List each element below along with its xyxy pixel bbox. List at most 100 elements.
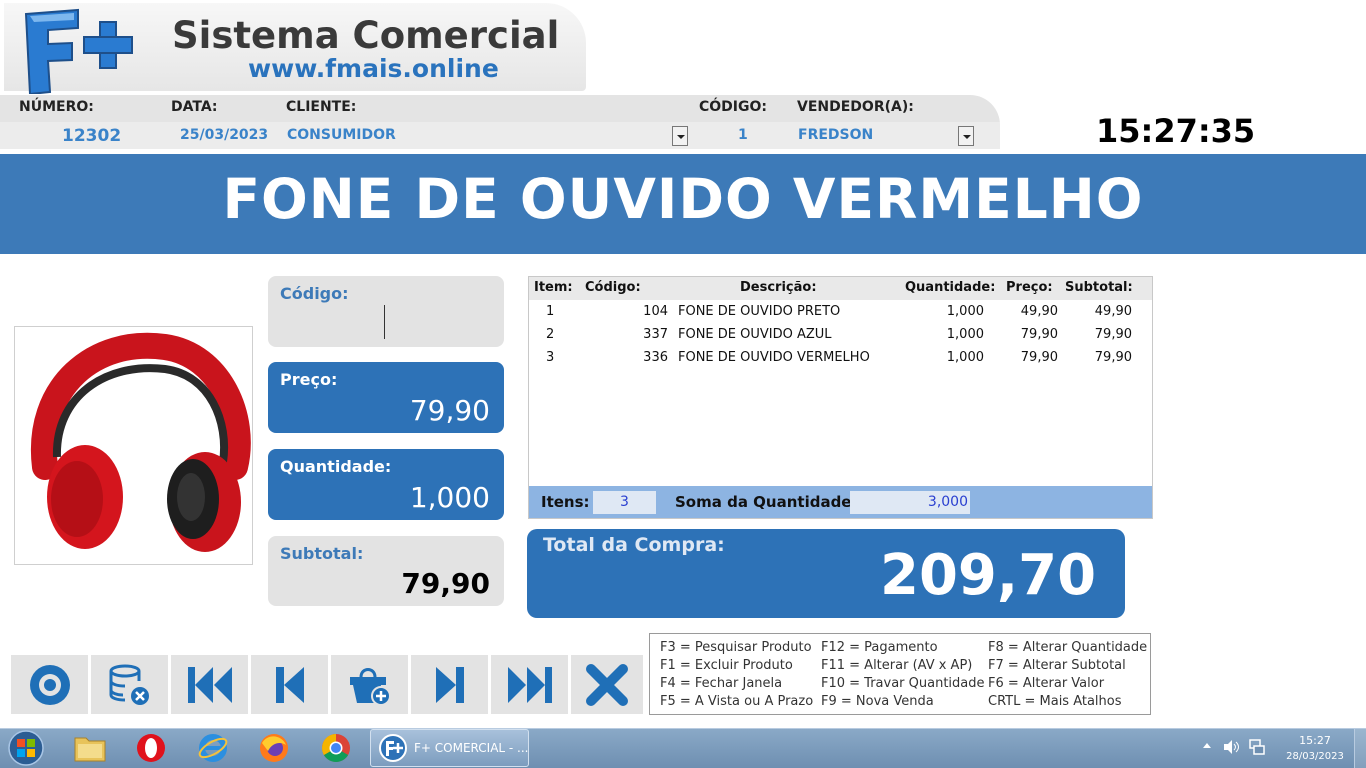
codigo-field-label: Código:: [280, 284, 349, 303]
database-delete-icon: [109, 664, 149, 705]
show-desktop-button[interactable]: [1354, 729, 1366, 768]
taskbar-explorer[interactable]: [70, 731, 110, 765]
tray-time[interactable]: 15:27: [1290, 734, 1340, 747]
col-codigo[interactable]: Código:: [585, 280, 641, 295]
shortcut-text: F7 = Alterar Subtotal: [988, 658, 1126, 673]
data-label: DATA:: [171, 99, 218, 115]
shortcut-text: F9 = Nova Venda: [821, 694, 934, 709]
row-codigo: 104: [643, 304, 668, 319]
taskbar-ie[interactable]: [193, 731, 233, 765]
last-record-icon: [507, 666, 552, 703]
row-descricao: FONE DE OUVIDO PRETO: [678, 304, 841, 319]
row-codigo: 336: [643, 350, 668, 365]
col-item[interactable]: Item:: [534, 280, 573, 295]
volume-icon[interactable]: [1222, 738, 1240, 756]
previous-record-icon: [275, 666, 304, 703]
previous-record-button[interactable]: [251, 655, 328, 714]
first-record-icon: [187, 666, 232, 703]
row-codigo: 337: [643, 327, 668, 342]
row-subtotal: 79,90: [1094, 350, 1132, 365]
f-plus-logo-icon: [24, 8, 133, 94]
total-label: Total da Compra:: [543, 534, 725, 556]
windows-start-icon: [8, 730, 44, 766]
vendedor-dropdown-icon[interactable]: [958, 126, 974, 146]
folder-icon: [74, 737, 106, 762]
shortcut-text: F8 = Alterar Quantidade: [988, 640, 1148, 655]
add-to-cart-button[interactable]: [331, 655, 408, 714]
current-product-name: FONE DE OUVIDO VERMELHO: [222, 167, 1144, 231]
taskbar-app-label: F+ COMERCIAL - ...: [414, 741, 529, 755]
codigo-input[interactable]: Código:: [268, 276, 504, 347]
tray-date[interactable]: 28/03/2023: [1280, 751, 1350, 762]
product-image: [14, 326, 253, 565]
shortcut-text: F12 = Pagamento: [821, 640, 938, 655]
row-quantidade: 1,000: [946, 304, 984, 319]
close-button[interactable]: [571, 655, 643, 714]
vendedor-select[interactable]: FREDSON: [798, 127, 873, 143]
col-preco[interactable]: Preço:: [1006, 280, 1053, 295]
cliente-dropdown-icon[interactable]: [672, 126, 688, 146]
shortcut-text: F4 = Fechar Janela: [660, 676, 783, 691]
col-subtotal[interactable]: Subtotal:: [1065, 280, 1133, 295]
shortcut-text: F3 = Pesquisar Produto: [660, 640, 812, 655]
soma-label: Soma da Quantidade:: [675, 493, 858, 511]
row-subtotal: 49,90: [1094, 304, 1132, 319]
table-row[interactable]: 1: [546, 304, 554, 319]
numero-label: NÚMERO:: [19, 99, 94, 115]
text-cursor: [384, 305, 385, 339]
col-quantidade[interactable]: Quantidade:: [905, 280, 995, 295]
total-value: 209,70: [880, 543, 1097, 608]
finalize-button[interactable]: [11, 655, 88, 714]
data-value[interactable]: 25/03/2023: [180, 127, 268, 143]
app-url: www.fmais.online: [248, 54, 499, 83]
shortcut-text: F6 = Alterar Valor: [988, 676, 1105, 691]
app-title: Sistema Comercial: [172, 14, 560, 57]
network-icon[interactable]: [1248, 738, 1266, 756]
table-row[interactable]: 2: [546, 327, 554, 342]
tray-expand-icon[interactable]: [1203, 743, 1211, 748]
preco-field[interactable]: Preço: 79,90: [268, 362, 504, 433]
chrome-icon: [322, 734, 350, 762]
preco-label: Preço:: [280, 370, 338, 389]
first-record-button[interactable]: [171, 655, 248, 714]
disc-icon: [29, 664, 70, 705]
row-preco: 79,90: [1020, 350, 1058, 365]
codigo-label: CÓDIGO:: [699, 99, 767, 115]
next-record-button[interactable]: [411, 655, 488, 714]
table-row[interactable]: 3: [546, 350, 554, 365]
taskbar-chrome[interactable]: [316, 731, 356, 765]
row-descricao: FONE DE OUVIDO VERMELHO: [678, 350, 870, 365]
delete-record-button[interactable]: [91, 655, 168, 714]
soma-quantidade: 3,000: [850, 491, 970, 514]
firefox-icon: [260, 734, 288, 762]
taskbar-firefox[interactable]: [254, 731, 294, 765]
row-subtotal: 79,90: [1094, 327, 1132, 342]
f-plus-app-icon: [379, 734, 407, 762]
vendedor-label: VENDEDOR(A):: [797, 99, 914, 115]
itens-label: Itens:: [541, 493, 590, 511]
clock: 15:27:35: [1096, 112, 1256, 150]
quantidade-field[interactable]: Quantidade: 1,000: [268, 449, 504, 520]
shortcut-text: CRTL = Mais Atalhos: [988, 694, 1122, 709]
start-button[interactable]: [4, 729, 48, 767]
row-preco: 49,90: [1020, 304, 1058, 319]
last-record-button[interactable]: [491, 655, 568, 714]
opera-icon: [137, 734, 165, 762]
row-quantidade: 1,000: [946, 327, 984, 342]
cliente-select[interactable]: CONSUMIDOR: [287, 127, 396, 143]
itens-count: 3: [593, 491, 656, 514]
taskbar-opera[interactable]: [131, 731, 171, 765]
quantidade-value: 1,000: [409, 481, 490, 514]
subtotal-field[interactable]: Subtotal: 79,90: [268, 536, 504, 606]
preco-value: 79,90: [409, 394, 490, 427]
headphone-icon: [30, 332, 251, 552]
numero-value: 12302: [62, 126, 122, 146]
shortcut-text: F11 = Alterar (AV x AP): [821, 658, 973, 673]
next-record-icon: [435, 666, 464, 703]
codigo-value: 1: [738, 127, 748, 143]
shortcut-text: F10 = Travar Quantidade: [821, 676, 985, 691]
row-quantidade: 1,000: [946, 350, 984, 365]
internet-explorer-icon: [198, 734, 228, 762]
subtotal-value: 79,90: [401, 567, 490, 600]
col-descricao[interactable]: Descrição:: [740, 280, 817, 295]
